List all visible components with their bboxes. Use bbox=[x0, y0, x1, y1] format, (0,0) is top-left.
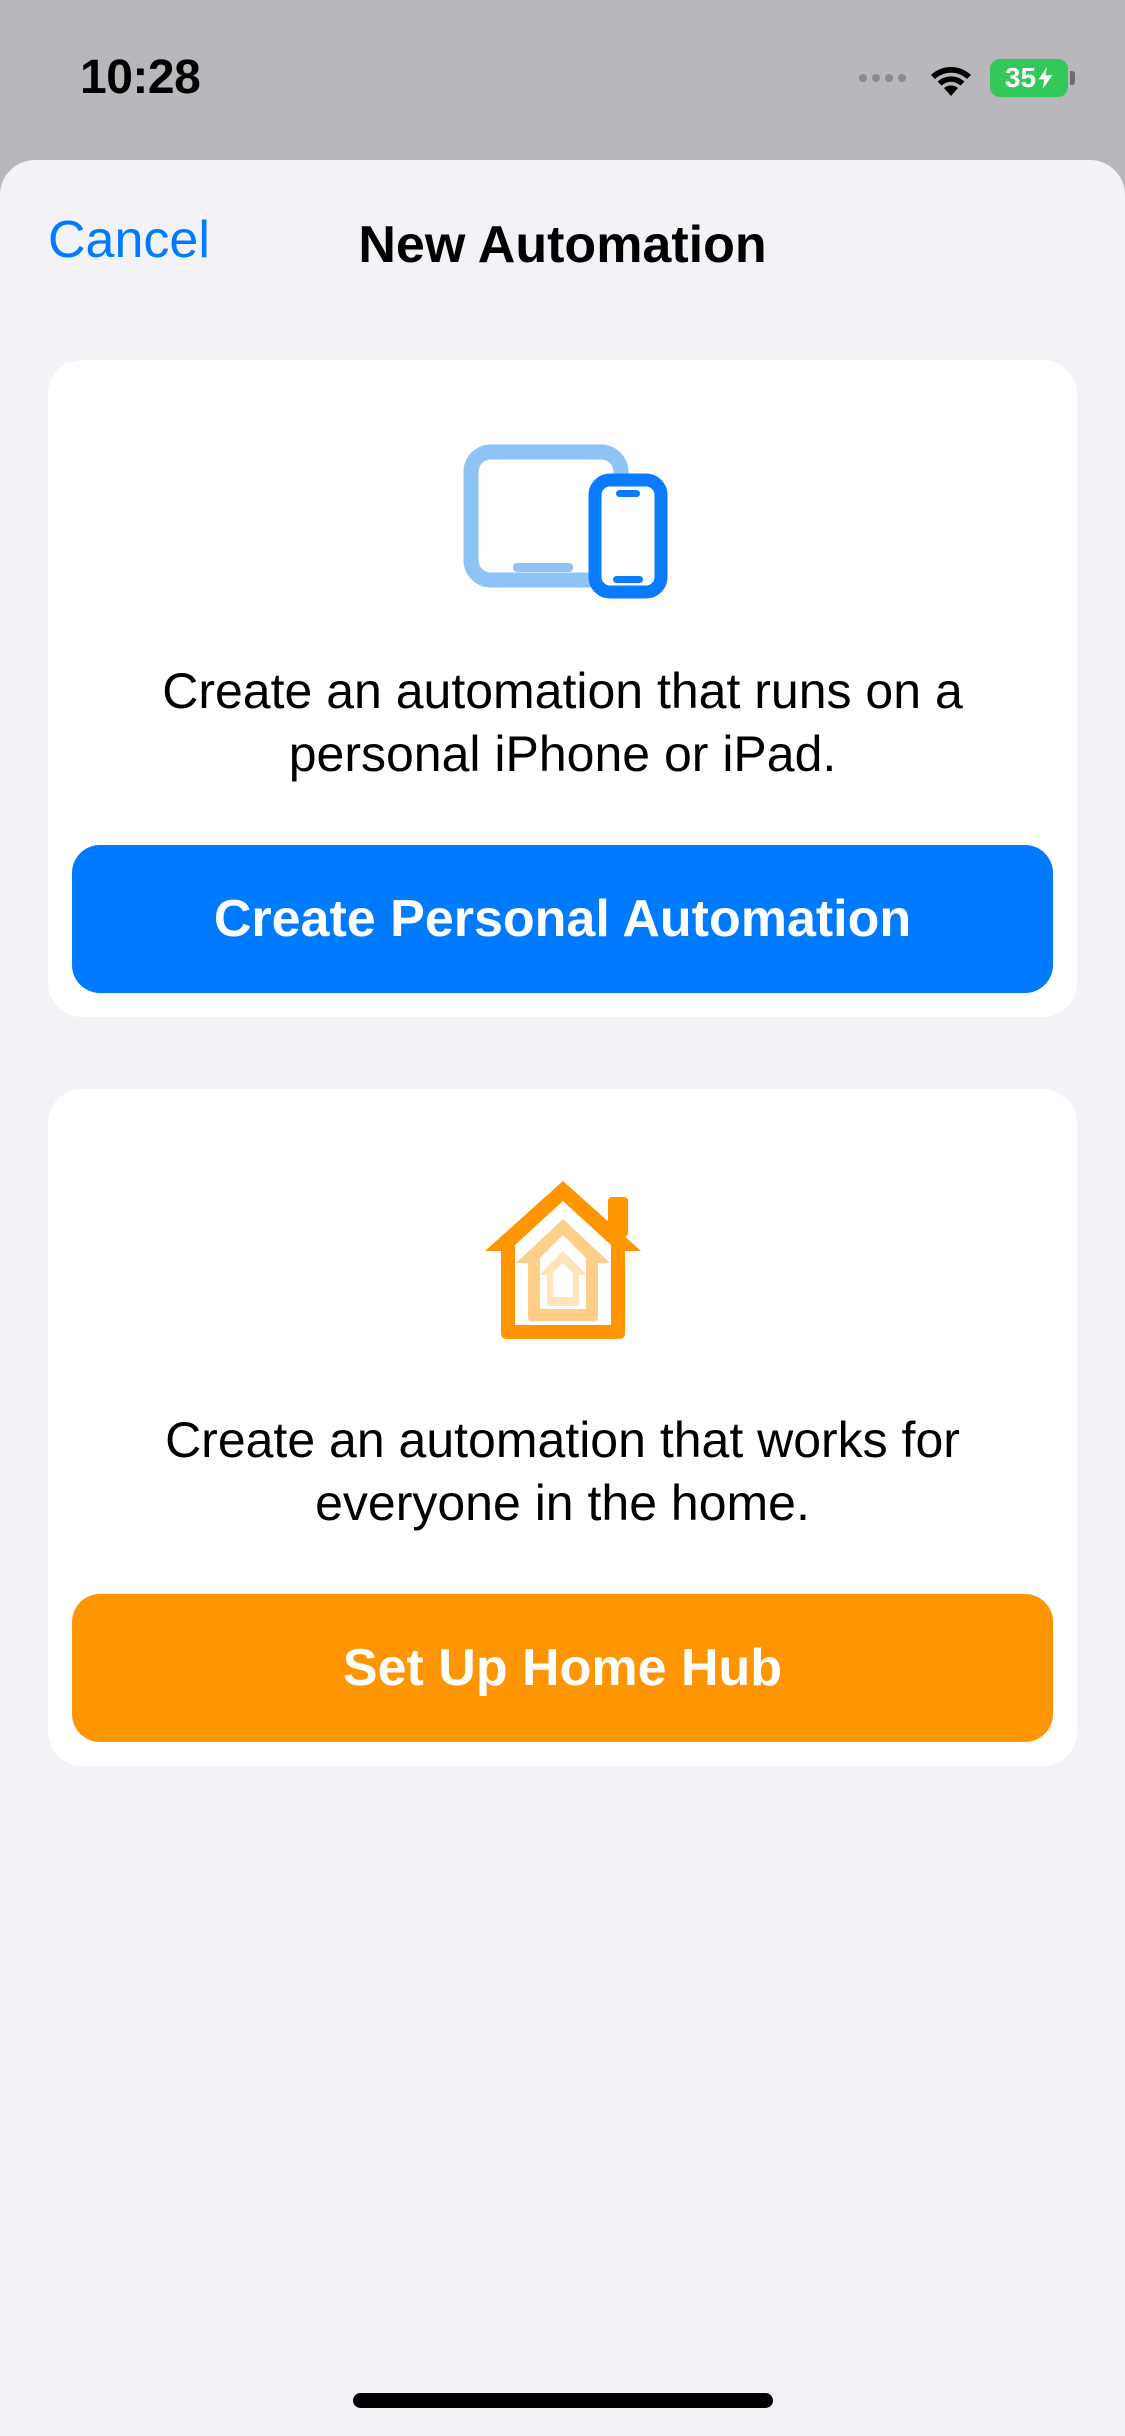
cancel-button[interactable]: Cancel bbox=[48, 210, 210, 270]
battery-icon: 35 bbox=[990, 59, 1075, 97]
home-automation-card: Create an automation that works for ever… bbox=[48, 1089, 1077, 1766]
modal-sheet: Cancel New Automation Create an automati… bbox=[0, 160, 1125, 2436]
personal-automation-card: Create an automation that runs on a pers… bbox=[48, 360, 1077, 1017]
nav-bar: Cancel New Automation bbox=[0, 160, 1125, 290]
wifi-icon bbox=[927, 60, 975, 96]
status-right: 35 bbox=[859, 59, 1075, 97]
cellular-dots-icon bbox=[859, 74, 906, 82]
devices-icon bbox=[72, 440, 1053, 600]
home-indicator[interactable] bbox=[353, 2393, 773, 2408]
battery-percentage: 35 bbox=[1005, 62, 1036, 94]
status-bar: 10:28 35 bbox=[0, 0, 1125, 140]
home-description: Create an automation that works for ever… bbox=[72, 1409, 1053, 1534]
home-icon bbox=[72, 1169, 1053, 1349]
status-time: 10:28 bbox=[80, 50, 200, 105]
card-list: Create an automation that runs on a pers… bbox=[0, 290, 1125, 1766]
set-up-home-hub-button[interactable]: Set Up Home Hub bbox=[72, 1594, 1053, 1742]
personal-description: Create an automation that runs on a pers… bbox=[72, 660, 1053, 785]
create-personal-automation-button[interactable]: Create Personal Automation bbox=[72, 845, 1053, 993]
